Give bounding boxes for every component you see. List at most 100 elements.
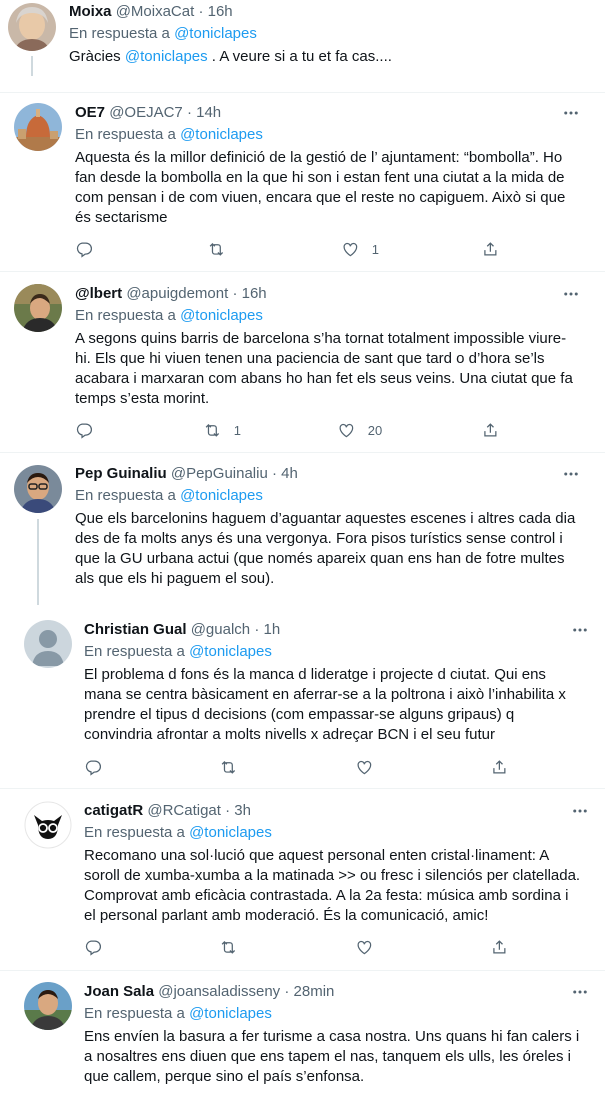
user-handle[interactable]: @gualch [191, 621, 250, 638]
retweet-button[interactable] [219, 937, 250, 957]
like-icon [343, 242, 358, 256]
reply-mention[interactable]: @toniclapes [189, 1005, 272, 1022]
separator-dot: · [225, 802, 231, 819]
reply-icon [85, 760, 101, 776]
retweet-button[interactable]: 1 [203, 420, 241, 440]
reply-mention[interactable]: @toniclapes [180, 126, 263, 143]
reply-context: En respuesta a @toniclapes [84, 1004, 272, 1024]
display-name[interactable]: OE7 [75, 104, 105, 121]
reply-mention[interactable]: @toniclapes [180, 487, 263, 504]
user-handle[interactable]: @MoixaCat [116, 3, 195, 20]
share-button[interactable] [481, 420, 500, 440]
retweet-icon [209, 242, 224, 256]
share-button[interactable] [481, 239, 500, 259]
tweet[interactable]: Pep Guinaliu @PepGuinaliu · 4h En respue… [0, 453, 605, 605]
user-handle[interactable]: @joansaladisseny [158, 983, 280, 1000]
more-icon[interactable] [561, 464, 581, 484]
reply-icon [85, 940, 101, 956]
like-button[interactable] [355, 757, 386, 777]
more-icon[interactable] [561, 284, 581, 304]
tweet-header: @lbert @apuigdemont · 16h [75, 284, 267, 304]
reply-button[interactable] [75, 420, 106, 440]
separator-dot: · [232, 285, 238, 302]
avatar[interactable] [14, 284, 62, 332]
retweet-button[interactable] [207, 239, 238, 259]
reply-mention[interactable]: @toniclapes [189, 824, 272, 841]
user-handle[interactable]: @RCatigat [147, 802, 221, 819]
reply-prefix: En respuesta a [75, 307, 176, 324]
reply-button[interactable] [84, 757, 115, 777]
avatar[interactable] [14, 103, 62, 151]
user-handle[interactable]: @PepGuinaliu [171, 465, 268, 482]
avatar[interactable] [24, 620, 72, 668]
reply-context: En respuesta a @toniclapes [84, 823, 272, 843]
more-icon[interactable] [570, 982, 590, 1002]
reply-mention[interactable]: @toniclapes [189, 643, 272, 660]
display-name[interactable]: Pep Guinaliu [75, 465, 167, 482]
reply-prefix: En respuesta a [75, 126, 176, 143]
separator-dot: · [198, 3, 204, 20]
tweet[interactable]: catigatR @RCatigat · 3h En respuesta a @… [0, 789, 605, 970]
user-handle[interactable]: @apuigdemont [126, 285, 228, 302]
reply-prefix: En respuesta a [75, 487, 176, 504]
display-name[interactable]: @lbert [75, 285, 122, 302]
tweet-text: Aquesta és la millor definició de la ges… [75, 149, 566, 226]
tweet-header: Moixa @MoixaCat · 16h [69, 2, 233, 22]
display-name[interactable]: Moixa [69, 3, 112, 20]
reply-button[interactable] [84, 937, 115, 957]
display-name[interactable]: Christian Gual [84, 621, 187, 638]
separator-dot: · [254, 621, 260, 638]
tweet-mention[interactable]: @toniclapes [125, 48, 208, 65]
display-name[interactable]: Joan Sala [84, 983, 154, 1000]
timestamp[interactable]: 28min [294, 983, 335, 1000]
tweet[interactable]: Moixa @MoixaCat · 16h En respuesta a @to… [0, 0, 605, 92]
timestamp[interactable]: 3h [234, 802, 251, 819]
more-icon[interactable] [570, 801, 590, 821]
timestamp[interactable]: 16h [208, 3, 233, 20]
avatar[interactable] [8, 3, 56, 51]
share-icon [484, 422, 497, 437]
timestamp[interactable]: 4h [281, 465, 298, 482]
reply-prefix: En respuesta a [84, 824, 185, 841]
avatar[interactable] [24, 982, 72, 1030]
tweet[interactable]: @lbert @apuigdemont · 16h En respuesta a… [0, 272, 605, 452]
more-icon[interactable] [570, 620, 590, 640]
tweet-header: catigatR @RCatigat · 3h [84, 801, 251, 821]
retweet-icon [205, 423, 220, 437]
tweet-header: OE7 @OEJAC7 · 14h [75, 103, 221, 123]
tweet[interactable]: Christian Gual @gualch · 1h En respuesta… [0, 606, 605, 788]
timestamp[interactable]: 1h [263, 621, 280, 638]
reply-mention[interactable]: @toniclapes [174, 25, 257, 42]
like-count: 20 [367, 422, 383, 438]
share-button[interactable] [490, 937, 509, 957]
tweet-text: A segons quins barris de barcelona s’ha … [75, 330, 573, 407]
tweet[interactable]: OE7 @OEJAC7 · 14h En respuesta a @tonicl… [0, 93, 605, 270]
reply-button[interactable] [75, 239, 106, 259]
like-button[interactable]: 20 [337, 420, 382, 440]
display-name[interactable]: catigatR [84, 802, 143, 819]
avatar[interactable] [24, 801, 72, 849]
avatar[interactable] [14, 465, 62, 513]
tweet[interactable]: Joan Sala @joansaladisseny · 28min En re… [0, 971, 605, 1097]
tweet-header: Christian Gual @gualch · 1h [84, 620, 280, 640]
share-button[interactable] [490, 757, 509, 777]
tweet-header: Pep Guinaliu @PepGuinaliu · 4h [75, 464, 298, 484]
like-count: 1 [371, 241, 379, 257]
like-icon [357, 760, 372, 774]
retweet-icon [221, 940, 236, 954]
more-icon[interactable] [561, 103, 581, 123]
reply-mention[interactable]: @toniclapes [180, 307, 263, 324]
separator-dot: · [271, 465, 277, 482]
like-button[interactable]: 1 [341, 239, 379, 259]
thread-line [37, 519, 39, 605]
like-button[interactable] [355, 937, 386, 957]
tweet-text: Ens envíen la basura a fer turisme a cas… [84, 1028, 580, 1085]
timestamp[interactable]: 16h [242, 285, 267, 302]
share-icon [493, 939, 506, 954]
tweet-text: Gràcies @toniclapes . A veure si a tu et… [69, 47, 589, 67]
timestamp[interactable]: 14h [196, 104, 221, 121]
user-handle[interactable]: @OEJAC7 [109, 104, 183, 121]
tweet-text: El problema d fons és la manca d liderat… [84, 666, 566, 743]
tweet-header: Joan Sala @joansaladisseny · 28min [84, 982, 334, 1002]
retweet-button[interactable] [219, 757, 250, 777]
